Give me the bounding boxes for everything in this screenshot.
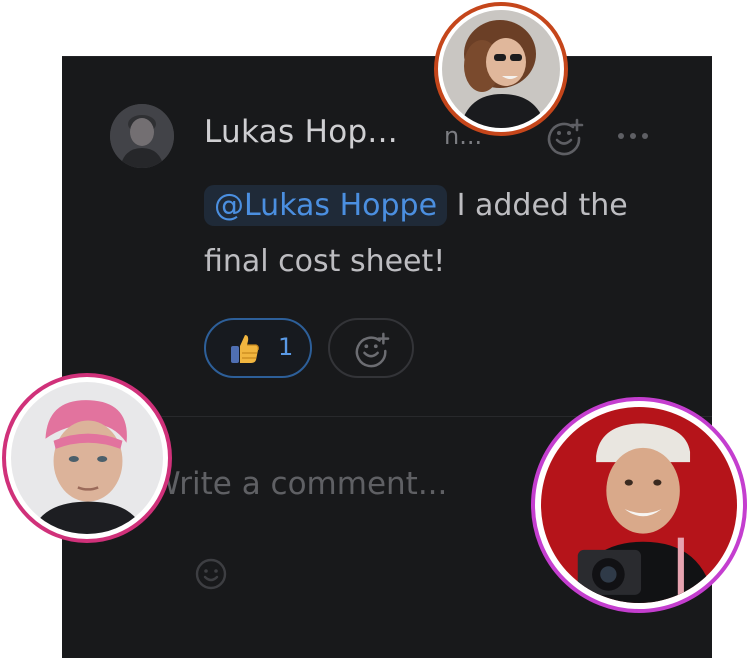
reaction-thumbs-up[interactable]: 1 <box>204 318 312 378</box>
emoji-icon <box>195 558 227 590</box>
comment-body: @Lukas Hoppe I added the final cost shee… <box>204 178 674 290</box>
comment-preview-stage: Lukas Hop... n... @Lukas Hoppe I added t… <box>0 0 751 658</box>
emoji-add-icon <box>547 118 584 156</box>
more-horizontal-icon <box>618 133 648 139</box>
collaborator-avatar-left[interactable] <box>2 373 172 543</box>
collaborator-avatar-right[interactable] <box>531 397 747 613</box>
collaborator-photo <box>541 407 737 603</box>
comment-author-name[interactable]: Lukas Hop... <box>204 114 398 150</box>
add-reaction-button[interactable] <box>328 318 414 378</box>
collaborator-photo <box>442 10 560 128</box>
panel-top-border <box>62 56 712 57</box>
emoji-add-icon <box>355 332 390 368</box>
comment-author-avatar[interactable] <box>110 104 174 168</box>
more-options-button[interactable] <box>612 124 654 148</box>
composer-emoji-button[interactable] <box>193 556 229 592</box>
collaborator-avatar-top[interactable] <box>434 2 568 136</box>
thumbs-up-icon <box>231 335 259 363</box>
user-mention[interactable]: @Lukas Hoppe <box>204 185 448 226</box>
comment-input[interactable] <box>150 454 580 514</box>
collaborator-photo <box>11 382 163 534</box>
add-reaction-header-button[interactable] <box>546 118 584 156</box>
reaction-count: 1 <box>278 333 294 361</box>
